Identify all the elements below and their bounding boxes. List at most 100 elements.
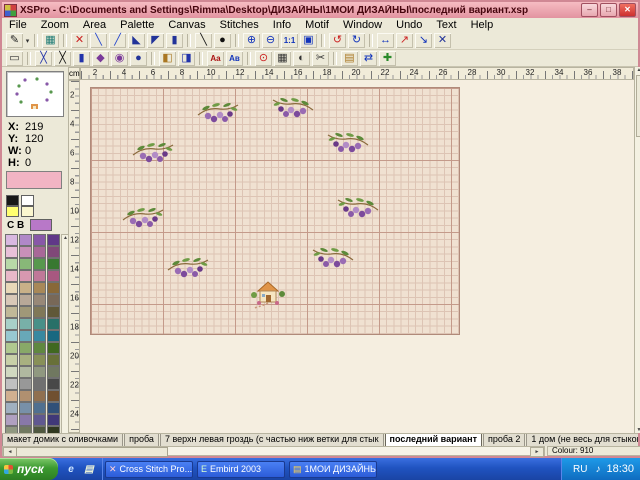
palette-swatch[interactable] — [33, 258, 46, 270]
palette-swatch[interactable] — [19, 234, 32, 246]
backstitch-icon[interactable]: ╲ — [195, 33, 212, 48]
vertical-scroll-thumb[interactable] — [636, 75, 640, 137]
menu-item-canvas[interactable]: Canvas — [161, 19, 212, 32]
palette-swatch[interactable] — [33, 390, 46, 402]
menu-item-palette[interactable]: Palette — [113, 19, 161, 32]
horizontal-scrollbar[interactable]: ◄ ► — [2, 446, 545, 456]
palette-swatch[interactable] — [33, 282, 46, 294]
menu-item-motif[interactable]: Motif — [298, 19, 336, 32]
move-icon[interactable]: ↔ — [377, 33, 394, 48]
palette-swatch[interactable] — [19, 390, 32, 402]
palette-swatch[interactable] — [21, 195, 34, 206]
palette-swatch[interactable] — [5, 342, 18, 354]
scissors-icon[interactable]: ✂ — [312, 51, 329, 66]
palette-swatch[interactable] — [47, 258, 60, 270]
scroll-right-icon[interactable]: ► — [530, 447, 544, 457]
palette-swatch[interactable] — [5, 390, 18, 402]
fill-icon[interactable]: ◧ — [159, 51, 176, 66]
palette-swatch[interactable] — [19, 318, 32, 330]
palette-swatch[interactable] — [6, 206, 19, 217]
cb-swatch[interactable] — [30, 219, 52, 231]
palette-swatch[interactable] — [33, 294, 46, 306]
tool-dropdown-icon[interactable]: ▾ — [24, 33, 31, 48]
palette-swatch[interactable] — [5, 402, 18, 414]
undo-arrow-icon[interactable]: ↺ — [329, 33, 346, 48]
palette-swatch[interactable] — [5, 258, 18, 270]
diamond-stitch-icon[interactable]: ◆ — [92, 51, 109, 66]
contrast-icon[interactable]: ◐ — [293, 51, 310, 66]
palette-swatch[interactable] — [19, 270, 32, 282]
text-ab-icon[interactable]: Aв — [226, 51, 243, 66]
select-rect-icon[interactable]: ▭ — [6, 51, 23, 66]
half-shade-icon[interactable]: ◨ — [178, 51, 195, 66]
cross-dark-icon[interactable]: ╳ — [54, 51, 71, 66]
delete-cross-icon[interactable]: ✕ — [434, 33, 451, 48]
three-quarter-stitch-icon[interactable]: ◣ — [128, 33, 145, 48]
clock[interactable]: 18:30 — [606, 463, 634, 475]
taskbar-task-button[interactable]: EEmbird 2003 — [197, 461, 285, 478]
palette-swatch[interactable] — [5, 294, 18, 306]
palette-swatch[interactable] — [47, 402, 60, 414]
palette-swatch[interactable] — [33, 330, 46, 342]
menu-item-help[interactable]: Help — [464, 19, 501, 32]
palette-icon[interactable]: ▤ — [341, 51, 358, 66]
scroll-up-icon[interactable]: ▲ — [637, 67, 640, 73]
palette-swatch[interactable] — [5, 366, 18, 378]
menu-item-file[interactable]: File — [2, 19, 34, 32]
target-icon[interactable]: ⊙ — [255, 51, 272, 66]
zoom-in-icon[interactable]: ⊕ — [243, 33, 260, 48]
grid-toggle-icon[interactable]: ▦ — [274, 51, 291, 66]
palette-swatch[interactable] — [19, 282, 32, 294]
palette-swatch[interactable] — [5, 330, 18, 342]
palette-swatch[interactable] — [19, 342, 32, 354]
start-button[interactable]: пуск — [0, 458, 58, 480]
palette-swatch[interactable] — [19, 366, 32, 378]
palette-swatch[interactable] — [33, 366, 46, 378]
zoom-fit-icon[interactable]: ▣ — [300, 33, 317, 48]
zoom-out-icon[interactable]: ⊖ — [262, 33, 279, 48]
cross-blue-icon[interactable]: ╳ — [35, 51, 52, 66]
volume-icon[interactable]: ♪ — [595, 464, 600, 475]
half-stitch-right-icon[interactable]: ╱ — [109, 33, 126, 48]
palette-swatch[interactable] — [47, 330, 60, 342]
palette-swatch[interactable] — [19, 330, 32, 342]
menu-item-zoom[interactable]: Zoom — [34, 19, 76, 32]
palette-swatch[interactable] — [5, 414, 18, 426]
menu-item-window[interactable]: Window — [336, 19, 389, 32]
menu-item-area[interactable]: Area — [76, 19, 113, 32]
palette-swatch[interactable] — [5, 282, 18, 294]
vertical-scrollbar[interactable]: ▲ ▼ — [634, 67, 640, 433]
stitch-grid-canvas[interactable] — [90, 87, 460, 335]
maximize-button[interactable]: □ — [600, 3, 617, 17]
swap-colors-icon[interactable]: ⇄ — [360, 51, 377, 66]
current-colour-swatch[interactable] — [6, 171, 62, 189]
minimize-button[interactable]: – — [581, 3, 598, 17]
palette-swatch[interactable] — [33, 234, 46, 246]
palette-swatch[interactable] — [5, 306, 18, 318]
quarter-stitch-icon[interactable]: ◤ — [147, 33, 164, 48]
palette-swatch[interactable] — [19, 402, 32, 414]
palette-swatch[interactable] — [5, 270, 18, 282]
palette-swatch[interactable] — [5, 246, 18, 258]
taskbar-task-button[interactable]: ✕Cross Stitch Pro... — [105, 461, 193, 478]
menu-item-text[interactable]: Text — [429, 19, 463, 32]
half-bar-icon[interactable]: ▮ — [73, 51, 90, 66]
full-cross-stitch-icon[interactable]: ✕ — [71, 33, 88, 48]
palette-swatch[interactable] — [33, 306, 46, 318]
zoom-actual-icon[interactable]: 1:1 — [281, 33, 298, 48]
french-knot-icon[interactable]: ● — [214, 33, 231, 48]
palette-swatch[interactable] — [47, 318, 60, 330]
palette-swatch[interactable] — [19, 246, 32, 258]
title-bar[interactable]: XSPro - C:\Documents and Settings\Rimma\… — [2, 2, 638, 18]
palette-swatch[interactable] — [47, 306, 60, 318]
palette-swatch[interactable] — [33, 246, 46, 258]
menu-item-info[interactable]: Info — [266, 19, 298, 32]
menu-item-stitches[interactable]: Stitches — [213, 19, 266, 32]
palette-swatch[interactable] — [5, 378, 18, 390]
pencil-tool-icon[interactable]: ✎ — [6, 33, 23, 48]
close-button[interactable]: ✕ — [619, 3, 636, 17]
flower-icon[interactable]: ✚ — [379, 51, 396, 66]
palette-swatch[interactable] — [47, 270, 60, 282]
palette-swatch[interactable] — [5, 234, 18, 246]
palette-swatch[interactable] — [21, 206, 34, 217]
